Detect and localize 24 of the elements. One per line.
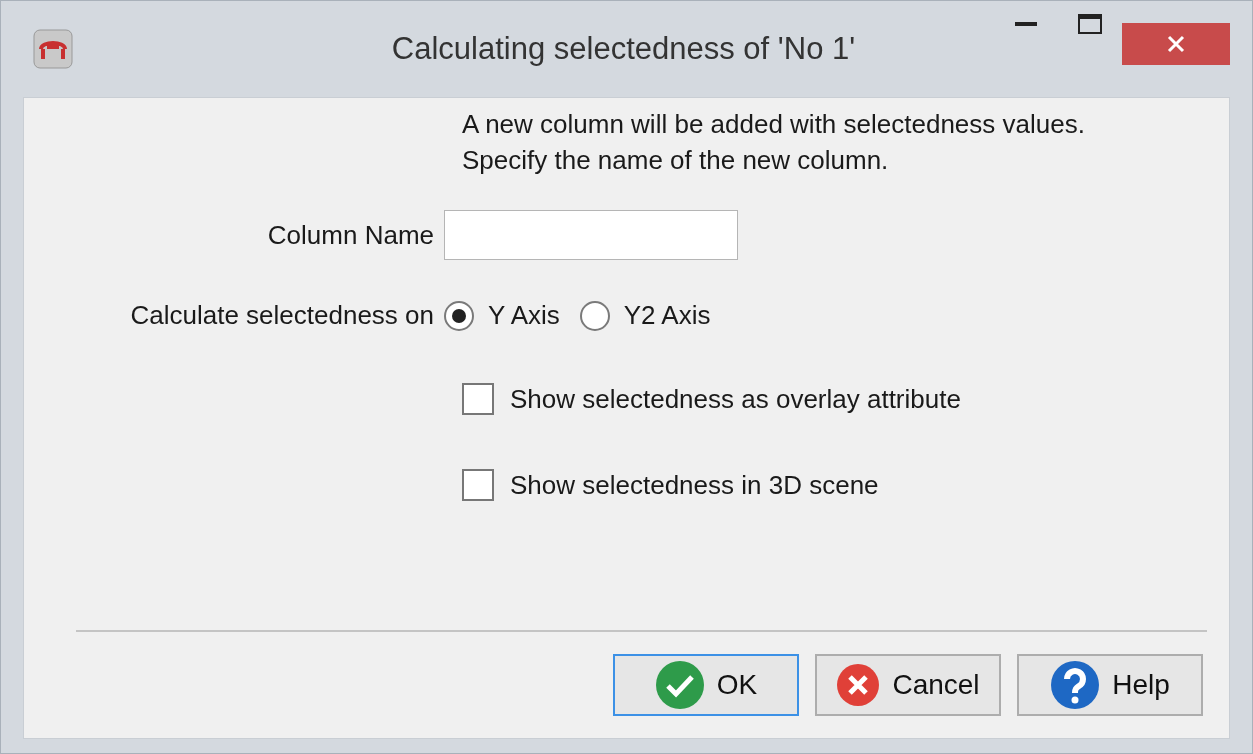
close-icon	[1167, 35, 1185, 53]
maximize-icon	[1078, 14, 1102, 34]
cancel-button[interactable]: Cancel	[815, 654, 1001, 716]
checkbox[interactable]	[462, 469, 494, 501]
check-icon	[654, 660, 705, 710]
window-title: Calculating selectedness of 'No 1'	[390, 31, 857, 67]
field-label: Calculate selectedness on	[130, 300, 434, 331]
field-label: Column Name	[267, 219, 434, 251]
radio-button[interactable]	[579, 300, 610, 331]
help-button[interactable]: Help	[1017, 654, 1203, 716]
help-icon	[1050, 660, 1101, 710]
instruction-text: Specify the name of the new column.	[462, 144, 890, 177]
minimize-icon	[1015, 22, 1037, 26]
instruction-text: A new column will be added with selectedness values.	[462, 108, 1086, 141]
close-icon	[836, 663, 881, 707]
app-icon	[33, 29, 73, 69]
radio-label: Y2 Axis	[623, 300, 711, 331]
checkbox-label: Show selectedness as overlay attribute	[510, 383, 961, 416]
ok-button[interactable]: OK	[613, 654, 799, 716]
checkbox[interactable]	[462, 383, 494, 415]
checkbox-label: Show selectedness in 3D scene	[510, 469, 879, 502]
column-name-field[interactable]	[444, 210, 738, 260]
radio-button[interactable]	[444, 300, 474, 331]
radio-label: Y Axis	[488, 300, 560, 331]
